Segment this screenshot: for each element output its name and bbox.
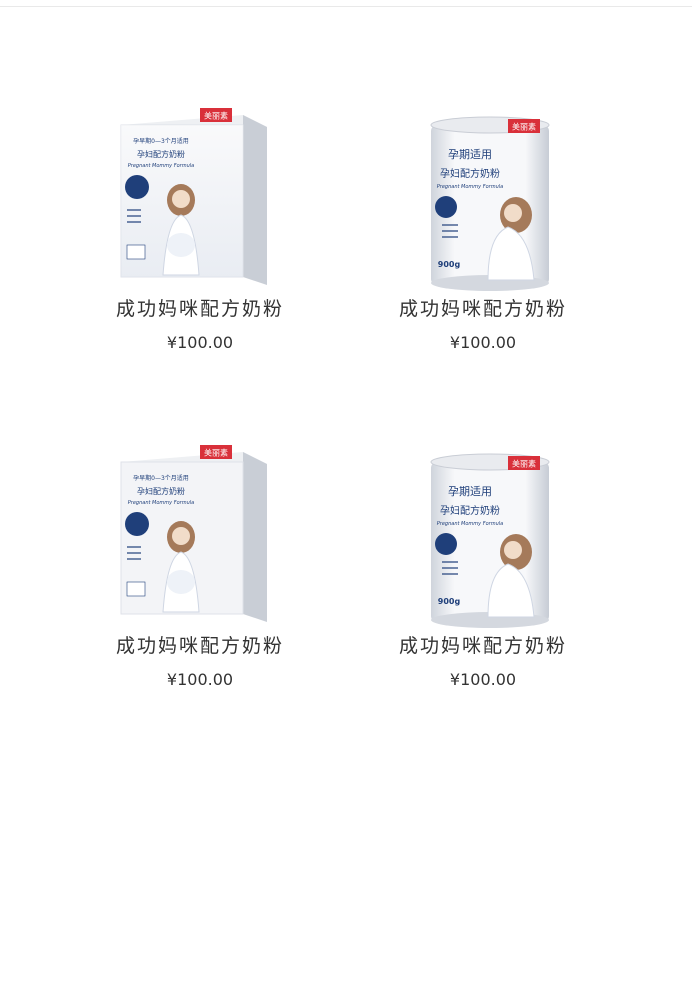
package-tagline: 孕早期0—3个月适用	[133, 137, 189, 145]
product-name[interactable]: 成功妈咪配方奶粉	[75, 295, 325, 323]
product-price: ¥100.00	[166, 333, 234, 352]
package-title: 孕妇配方奶粉	[137, 486, 185, 496]
brand-label: 美丽素	[204, 448, 228, 458]
brand-label: 美丽素	[512, 459, 536, 469]
package-tagline: 孕期适用	[448, 485, 492, 498]
product-card[interactable]: 美丽素 孕早期0—3个月适用 孕妇配方奶粉 Pregnant Mommy For…	[75, 432, 325, 690]
product-card[interactable]: 美丽素 孕早期0—3个月适用 孕妇配方奶粉 Pregnant Mommy For…	[75, 95, 325, 353]
package-subtitle: Pregnant Mommy Formula	[128, 163, 194, 169]
product-image[interactable]: 美丽素 孕期适用 孕妇配方奶粉 Pregnant Mommy Formula 9…	[358, 95, 608, 295]
package-title: 孕妇配方奶粉	[440, 504, 500, 517]
product-image[interactable]: 美丽素 孕早期0—3个月适用 孕妇配方奶粉 Pregnant Mommy For…	[75, 432, 325, 632]
product-card[interactable]: 美丽素 孕期适用 孕妇配方奶粉 Pregnant Mommy Formula 9…	[358, 432, 608, 690]
product-price: ¥100.00	[449, 333, 517, 352]
product-card[interactable]: 美丽素 孕期适用 孕妇配方奶粉 Pregnant Mommy Formula 9…	[358, 95, 608, 353]
package-title: 孕妇配方奶粉	[440, 167, 500, 180]
package-subtitle: Pregnant Mommy Formula	[437, 184, 503, 190]
package-tagline: 孕期适用	[448, 148, 492, 161]
product-image[interactable]: 美丽素 孕早期0—3个月适用 孕妇配方奶粉 Pregnant Mommy For…	[75, 95, 325, 295]
brand-label: 美丽素	[512, 122, 536, 132]
product-price: ¥100.00	[449, 670, 517, 689]
package-title: 孕妇配方奶粉	[137, 149, 185, 159]
package-weight: 900g	[438, 260, 461, 269]
product-name[interactable]: 成功妈咪配方奶粉	[358, 632, 608, 660]
package-subtitle: Pregnant Mommy Formula	[128, 500, 194, 506]
package-tagline: 孕早期0—3个月适用	[133, 474, 189, 482]
product-price: ¥100.00	[166, 670, 234, 689]
brand-label: 美丽素	[204, 111, 228, 121]
product-image[interactable]: 美丽素 孕期适用 孕妇配方奶粉 Pregnant Mommy Formula 9…	[358, 432, 608, 632]
package-subtitle: Pregnant Mommy Formula	[437, 521, 503, 527]
package-weight: 900g	[438, 597, 461, 606]
product-name[interactable]: 成功妈咪配方奶粉	[358, 295, 608, 323]
product-grid: 美丽素 孕早期0—3个月适用 孕妇配方奶粉 Pregnant Mommy For…	[0, 0, 692, 1004]
product-name[interactable]: 成功妈咪配方奶粉	[75, 632, 325, 660]
